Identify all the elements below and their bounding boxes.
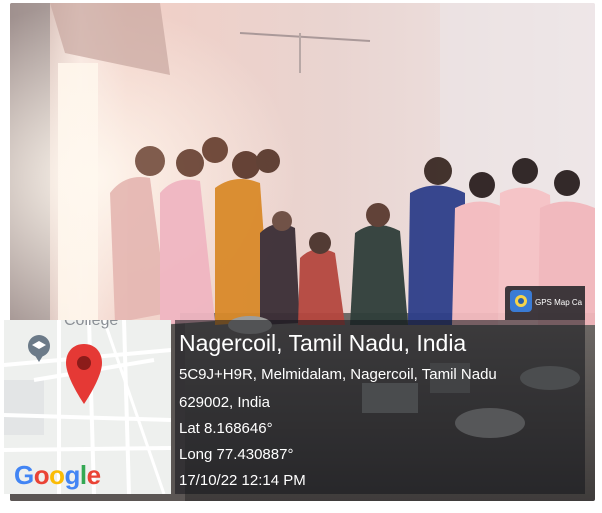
latitude: Lat 8.168646° [179, 420, 273, 437]
google-logo-letter: o [33, 460, 50, 490]
google-logo-letter: G [14, 460, 34, 490]
google-logo-letter: g [64, 460, 81, 490]
map-place-label: College [64, 320, 119, 329]
app-name: GPS Map Ca [535, 298, 583, 307]
map-pin-icon [66, 344, 102, 404]
address-line-2: 629002, India [179, 394, 270, 411]
google-logo-letter: l [79, 460, 87, 490]
timestamp: 17/10/22 12:14 PM [179, 472, 306, 489]
gps-map-camera-badge: GPS Map Ca [505, 286, 585, 320]
google-logo-letter: o [49, 460, 65, 490]
longitude: Long 77.430887° [179, 446, 294, 463]
location-title: Nagercoil, Tamil Nadu, India [179, 330, 467, 356]
gps-map-camera-icon [510, 290, 532, 312]
address-line-1: 5C9J+H9R, Melmidalam, Nagercoil, Tamil N… [179, 366, 497, 383]
map-thumbnail: College Google [4, 320, 171, 494]
google-logo-letter: e [86, 460, 101, 490]
google-logo: Google [14, 460, 101, 491]
